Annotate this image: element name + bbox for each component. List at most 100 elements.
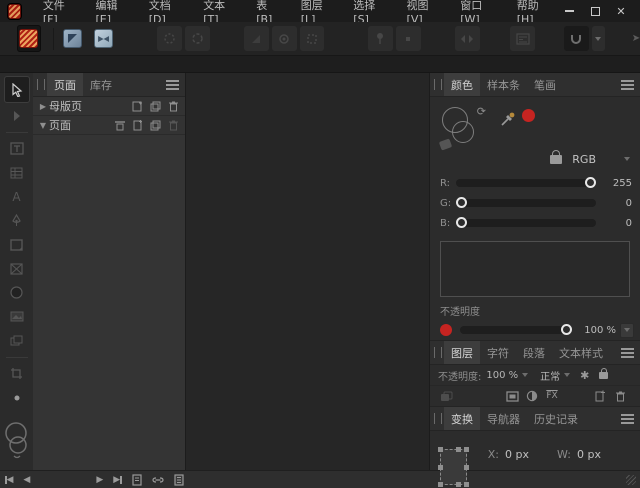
green-slider[interactable] xyxy=(456,199,596,207)
move-tool[interactable] xyxy=(4,76,30,103)
preflight-button[interactable] xyxy=(244,26,269,51)
designer-persona-button[interactable] xyxy=(60,25,85,52)
tab-layers[interactable]: 图层 xyxy=(444,341,480,364)
menu-select[interactable]: 选择[S] xyxy=(342,0,395,22)
no-color-swatch[interactable] xyxy=(439,138,452,150)
menu-edit[interactable]: 编辑[E] xyxy=(85,0,138,22)
delete-master-icon[interactable] xyxy=(166,99,181,113)
master-pages-row[interactable]: ▶ 母版页 xyxy=(33,97,185,116)
panel-grip[interactable] xyxy=(37,79,45,90)
swap-colors-icon[interactable]: ⟳ xyxy=(477,105,486,118)
gear-icon[interactable]: ✱ xyxy=(580,369,589,382)
insert-pushpin-button[interactable] xyxy=(368,26,393,51)
collapse-chevron-icon[interactable]: ▶ xyxy=(37,102,49,111)
crop-tool[interactable] xyxy=(4,362,30,385)
tab-navigator[interactable]: 导航器 xyxy=(480,407,527,430)
mask-layer-icon[interactable] xyxy=(504,389,520,403)
add-page-icon[interactable] xyxy=(130,118,145,132)
x-field[interactable]: X: 0 px xyxy=(479,448,551,461)
panel-grip[interactable] xyxy=(434,79,442,90)
ellipse-tool[interactable] xyxy=(4,281,30,304)
delete-page-icon[interactable] xyxy=(166,118,181,132)
artistic-text-tool[interactable]: A xyxy=(4,185,30,208)
snapping-button[interactable] xyxy=(564,26,589,51)
panel-menu-icon[interactable] xyxy=(621,412,634,426)
slider-knob[interactable] xyxy=(585,177,596,188)
pages-row[interactable]: ▼ 页面 xyxy=(33,116,185,135)
red-slider[interactable] xyxy=(456,179,596,187)
panel-grip[interactable] xyxy=(434,347,442,358)
blend-mode-select[interactable]: 正常 xyxy=(540,368,560,383)
marquee-button[interactable] xyxy=(300,26,325,51)
tab-color[interactable]: 颜色 xyxy=(444,73,480,96)
red-value[interactable]: 255 xyxy=(604,178,632,189)
last-page-button[interactable]: ▶ xyxy=(108,475,126,485)
tab-transform[interactable]: 变换 xyxy=(444,407,480,430)
menu-layer[interactable]: 图层[L] xyxy=(290,0,343,22)
close-button[interactable]: ✕ xyxy=(612,3,630,19)
fill-stroke-selector[interactable] xyxy=(4,420,30,460)
color-mode-select[interactable]: RGB xyxy=(572,153,596,166)
color-sync-dot[interactable] xyxy=(4,386,30,409)
panel-menu-icon[interactable] xyxy=(621,346,634,360)
menu-window[interactable]: 窗口[W] xyxy=(449,0,505,22)
opacity-dropdown[interactable] xyxy=(620,323,634,338)
layer-effects-icon[interactable]: FX xyxy=(544,389,560,403)
add-master-page-icon[interactable] xyxy=(130,99,145,113)
picture-frame-tool[interactable] xyxy=(4,257,30,280)
maximize-button[interactable] xyxy=(586,3,604,19)
duplicate-layer-icon[interactable] xyxy=(438,389,454,403)
text-wrap-button[interactable] xyxy=(510,26,535,51)
chevron-down-icon[interactable] xyxy=(564,373,570,377)
table-tool[interactable] xyxy=(4,161,30,184)
fill-stroke-widget[interactable]: ⟳ xyxy=(440,105,486,149)
slider-knob[interactable] xyxy=(456,217,467,228)
next-page-button[interactable]: ▶ xyxy=(91,475,108,485)
eyedropper-icon[interactable] xyxy=(500,111,516,131)
slider-knob[interactable] xyxy=(456,197,467,208)
chevron-down-icon[interactable] xyxy=(624,157,630,161)
toolbar-overflow-icon[interactable]: ➤ xyxy=(632,33,640,44)
add-layer-icon[interactable] xyxy=(592,389,608,403)
resize-grip[interactable] xyxy=(626,475,636,485)
pen-tool[interactable] xyxy=(4,209,30,232)
adjustment-layer-icon[interactable] xyxy=(524,389,540,403)
auto-correct-button[interactable] xyxy=(272,26,297,51)
blue-slider[interactable] xyxy=(456,219,596,227)
publisher-persona-button[interactable] xyxy=(17,25,42,52)
link-view-icon[interactable] xyxy=(147,476,169,484)
asset-tool[interactable] xyxy=(4,329,30,352)
panel-menu-icon[interactable] xyxy=(166,78,179,92)
blue-value[interactable]: 0 xyxy=(604,218,632,229)
tab-text-styles[interactable]: 文本样式 xyxy=(552,341,610,364)
opacity-value[interactable]: 100 % xyxy=(580,325,616,336)
rectangle-tool[interactable] xyxy=(4,233,30,256)
current-color-dot[interactable] xyxy=(440,324,452,336)
slider-knob[interactable] xyxy=(561,324,572,335)
tab-stock[interactable]: 库存 xyxy=(83,73,119,96)
apply-master-icon[interactable] xyxy=(112,118,127,132)
menu-view[interactable]: 视图[V] xyxy=(396,0,450,22)
tab-pages[interactable]: 页面 xyxy=(47,73,83,96)
spread-view-icon[interactable] xyxy=(169,474,189,486)
previous-page-button[interactable]: ◀ xyxy=(18,475,35,485)
menu-table[interactable]: 表[B] xyxy=(245,0,290,22)
panel-menu-icon[interactable] xyxy=(621,78,634,92)
document-canvas[interactable] xyxy=(186,73,430,470)
stroke-circle[interactable] xyxy=(452,121,474,143)
frame-text-tool[interactable] xyxy=(4,137,30,160)
lock-layer-icon[interactable] xyxy=(599,372,608,379)
duplicate-master-icon[interactable] xyxy=(148,99,163,113)
chevron-down-icon[interactable] xyxy=(522,373,528,377)
single-page-view-icon[interactable] xyxy=(127,474,147,486)
menu-file[interactable]: 文件[F] xyxy=(32,0,85,22)
insert-anchor-button[interactable] xyxy=(396,26,421,51)
w-field[interactable]: W: 0 px xyxy=(551,448,623,461)
tab-character[interactable]: 字符 xyxy=(480,341,516,364)
menu-help[interactable]: 帮助[H] xyxy=(506,0,560,22)
picked-color-dot[interactable] xyxy=(522,109,535,122)
duplicate-page-icon[interactable] xyxy=(148,118,163,132)
delete-layer-icon[interactable] xyxy=(612,389,628,403)
first-page-button[interactable]: ◀ xyxy=(0,475,18,485)
rotate-right-button[interactable] xyxy=(185,26,210,51)
